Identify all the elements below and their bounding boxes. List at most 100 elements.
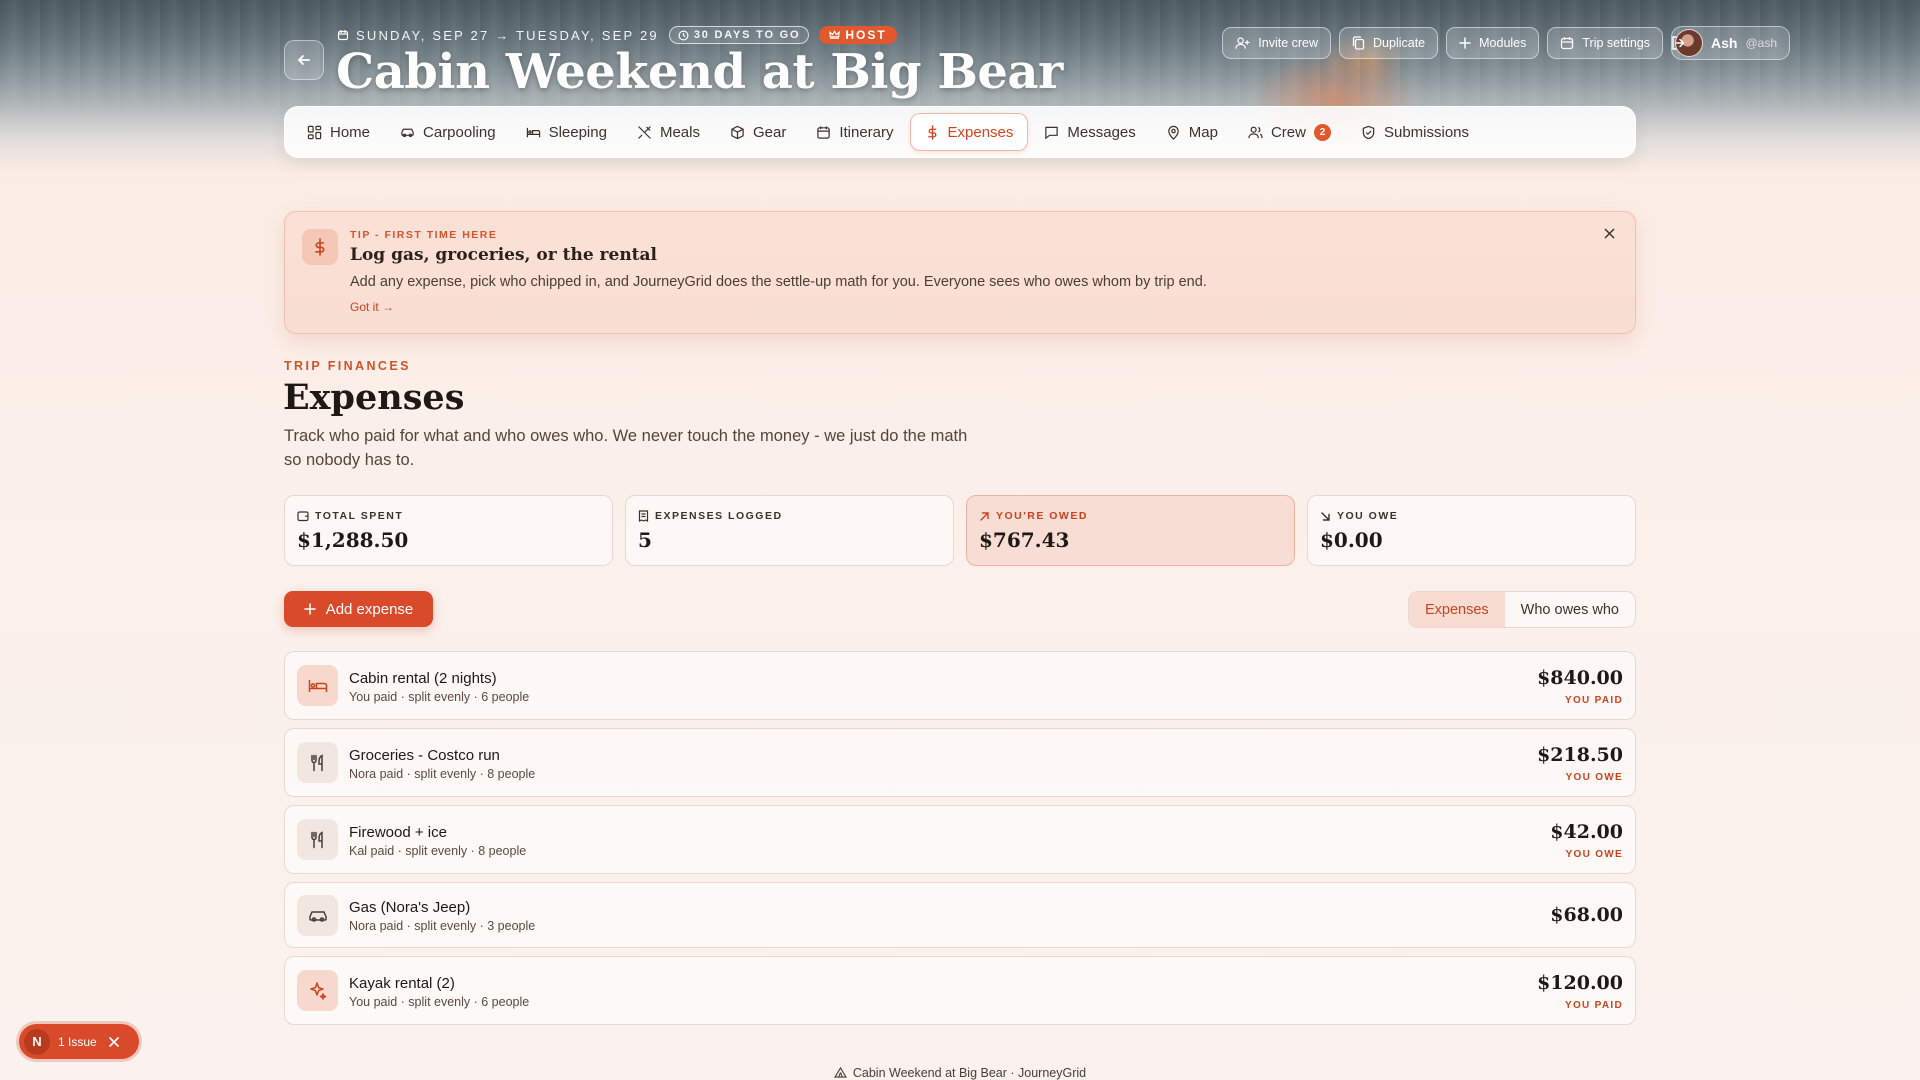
modules-button[interactable]: Modules (1446, 27, 1540, 59)
tip-title: Log gas, groceries, or the rental (350, 245, 658, 265)
trip-nav: Home Carpooling Sleeping Meals Gear Itin… (284, 106, 1636, 158)
utensils-icon (638, 125, 651, 139)
page-footer: Cabin Weekend at Big Bear · JourneyGrid (0, 1066, 1920, 1080)
expense-amount: $68.00 (1550, 904, 1623, 926)
expense-name: Gas (Nora's Jeep) (349, 899, 471, 916)
calendar-icon (1561, 37, 1574, 50)
expense-name: Firewood + ice (349, 824, 447, 841)
trip-settings-button[interactable]: Trip settings (1547, 27, 1664, 59)
car-icon (401, 128, 414, 137)
dollar-icon (927, 124, 936, 140)
expense-row[interactable]: Gas (Nora's Jeep) Nora paid · split even… (284, 882, 1636, 948)
duplicate-button[interactable]: Duplicate (1339, 27, 1439, 59)
arrow-up-right-icon (980, 511, 989, 521)
expense-name: Kayak rental (2) (349, 975, 455, 992)
users-icon (1248, 126, 1263, 138)
expense-name: Cabin rental (2 nights) (349, 670, 497, 687)
expense-name: Groceries - Costco run (349, 747, 500, 764)
expense-status: YOU OWE (1565, 849, 1623, 860)
grid-icon (307, 125, 322, 139)
expense-meta: Nora paid · split evenly · 3 people (349, 919, 536, 933)
tab-map[interactable]: Map (1152, 113, 1232, 151)
stats-row: TOTAL SPENT $1,288.50 EXPENSES LOGGED 5 … (284, 495, 1636, 566)
bed-icon (297, 665, 338, 706)
tab-meals[interactable]: Meals (623, 113, 714, 151)
tab-messages[interactable]: Messages (1030, 113, 1149, 151)
expense-status: YOU PAID (1565, 1000, 1623, 1011)
page-title: Expenses (283, 377, 465, 418)
pin-icon (1167, 125, 1179, 140)
tip-dismiss-link[interactable]: Got it → (350, 300, 394, 314)
expense-amount: $120.00 (1537, 972, 1623, 994)
arrow-down-right-icon (1321, 511, 1330, 521)
tab-itinerary[interactable]: Itinerary (802, 113, 907, 151)
expense-meta: You paid · split evenly · 6 people (349, 995, 530, 1009)
crown-icon (829, 30, 841, 39)
expense-amount: $840.00 (1537, 667, 1623, 689)
user-menu[interactable]: Ash @ash (1671, 26, 1790, 60)
calendar-icon (817, 125, 831, 139)
tab-submissions[interactable]: Submissions (1347, 113, 1483, 151)
view-toggle: Expenses Who owes who (1407, 591, 1636, 628)
tab-sleeping[interactable]: Sleeping (512, 113, 621, 151)
arrow-left-icon (297, 55, 310, 65)
issue-badge: N (24, 1028, 50, 1055)
expense-row[interactable]: Cabin rental (2 nights) You paid · split… (284, 651, 1636, 720)
expense-row[interactable]: Firewood + ice Kal paid · split evenly ·… (284, 805, 1636, 874)
logout-button[interactable] (1668, 33, 1688, 53)
trip-meta: SUNDAY, SEP 27 → TUESDAY, SEP 29 30 DAYS… (337, 25, 897, 45)
toggle-expenses[interactable]: Expenses (1408, 592, 1505, 627)
box-icon (731, 125, 744, 139)
close-icon[interactable] (108, 1036, 119, 1047)
tab-gear[interactable]: Gear (716, 113, 800, 151)
plus-icon (1459, 37, 1471, 49)
tab-crew[interactable]: Crew 2 (1234, 113, 1345, 151)
expense-status: YOU OWE (1565, 772, 1623, 783)
invite-crew-button[interactable]: Invite crew (1222, 27, 1332, 59)
user-name: Ash (1711, 35, 1738, 51)
tip-body: Add any expense, pick who chipped in, an… (350, 274, 1207, 290)
expense-row[interactable]: Kayak rental (2) You paid · split evenly… (284, 956, 1636, 1025)
copy-icon (1352, 36, 1365, 50)
utensils-icon (297, 742, 338, 783)
plus-icon (303, 603, 316, 615)
clock-icon (678, 30, 689, 40)
section-kicker: TRIP FINANCES (284, 359, 411, 373)
expense-row[interactable]: Groceries - Costco run Nora paid · split… (284, 728, 1636, 797)
trip-dates: SUNDAY, SEP 27 → TUESDAY, SEP 29 (337, 28, 659, 43)
utensils-icon (297, 819, 338, 860)
expense-list: Cabin rental (2 nights) You paid · split… (284, 651, 1636, 1033)
issues-indicator[interactable]: N 1 Issue (19, 1024, 139, 1059)
tent-icon (833, 1066, 847, 1078)
expense-meta: You paid · split evenly · 6 people (349, 690, 530, 704)
host-badge: HOST (819, 26, 897, 44)
dollar-icon (302, 229, 338, 265)
tab-carpooling[interactable]: Carpooling (386, 113, 510, 151)
crew-count-badge: 2 (1313, 123, 1331, 141)
trip-actions: Invite crew Duplicate Modules Trip setti… (1222, 26, 1790, 60)
wallet-icon (297, 511, 309, 522)
message-icon (1045, 126, 1059, 139)
tab-expenses[interactable]: Expenses (909, 113, 1029, 151)
sparkle-icon (297, 970, 338, 1011)
expense-status: YOU PAID (1565, 695, 1623, 706)
close-icon[interactable] (1604, 226, 1615, 244)
calendar-icon (337, 30, 349, 41)
expense-meta: Kal paid · split evenly · 8 people (349, 844, 527, 858)
back-button[interactable] (284, 40, 324, 80)
stat-you-owe: YOU OWE $0.00 (1307, 495, 1636, 566)
bed-icon (526, 127, 540, 137)
shield-icon (1362, 125, 1375, 139)
receipt-icon (638, 510, 649, 522)
expense-amount: $218.50 (1537, 744, 1623, 766)
stat-expenses-logged: EXPENSES LOGGED 5 (625, 495, 954, 566)
tip-kicker: TIP - FIRST TIME HERE (350, 229, 498, 241)
user-handle: @ash (1745, 36, 1777, 50)
tip-banner: TIP - FIRST TIME HERE Log gas, groceries… (284, 211, 1636, 334)
tab-home[interactable]: Home (293, 113, 384, 151)
car-icon (297, 895, 338, 936)
stat-total-spent: TOTAL SPENT $1,288.50 (284, 495, 613, 566)
add-expense-button[interactable]: Add expense (284, 591, 433, 627)
toggle-who-owes-who[interactable]: Who owes who (1505, 592, 1635, 627)
stat-youre-owed: YOU'RE OWED $767.43 (966, 495, 1295, 566)
